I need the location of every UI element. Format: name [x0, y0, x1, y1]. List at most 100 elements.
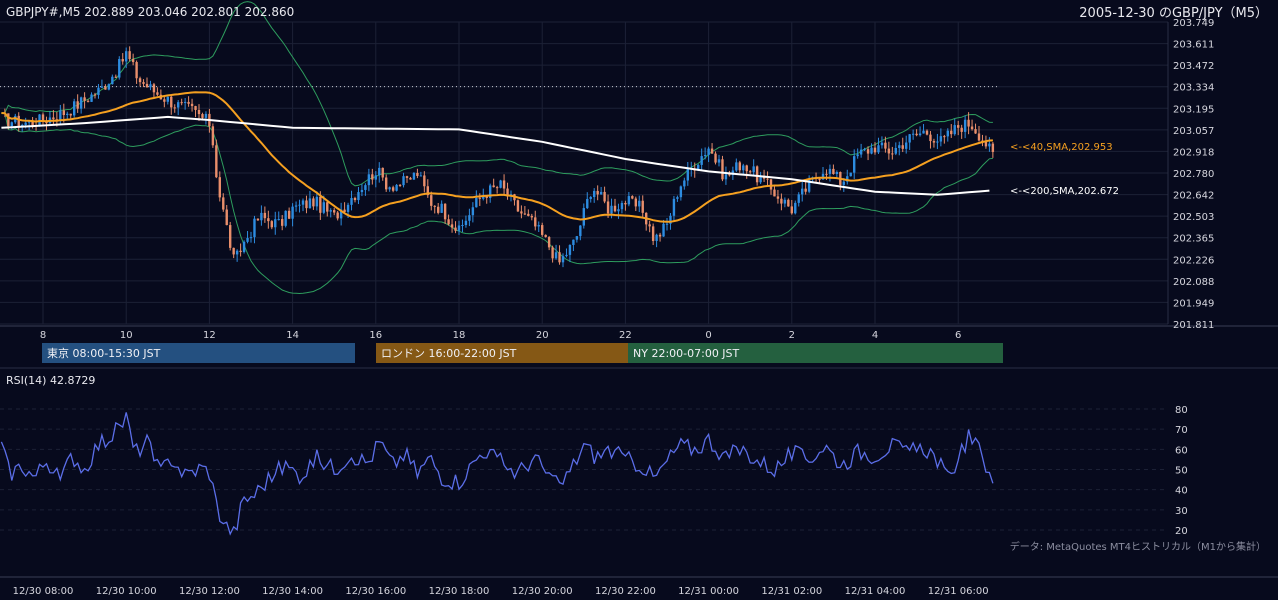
candle-body [93, 94, 97, 96]
candle-body [218, 177, 221, 198]
candle-body [322, 202, 325, 213]
hour-tick-label: 10 [120, 330, 133, 341]
candle-body [651, 226, 655, 241]
candle-body [111, 76, 114, 85]
candle-body [183, 101, 187, 103]
candle-body [412, 172, 416, 180]
candle-body [915, 133, 918, 136]
session-label-1: ロンドン 16:00-22:00 JST [381, 347, 517, 360]
candle-body [558, 252, 561, 263]
candle-body [596, 190, 599, 195]
candle-body [859, 149, 863, 155]
time-tick-label: 12/30 18:00 [429, 586, 490, 597]
candle-body [572, 239, 575, 245]
candle-body [263, 212, 267, 219]
candle-body [946, 130, 949, 137]
time-tick-label: 12/30 12:00 [179, 586, 240, 597]
candle-body [211, 126, 215, 146]
candle-body [190, 103, 194, 107]
candle-body [173, 107, 176, 109]
candle-body [125, 51, 128, 62]
candle-body [683, 180, 686, 187]
candle-body [603, 191, 606, 202]
candle-body [631, 196, 634, 199]
candle-body [402, 176, 405, 186]
candle-body [52, 117, 55, 120]
candle-body [235, 250, 239, 255]
candle-body [599, 191, 603, 195]
candle-body [416, 172, 419, 176]
candle-body [586, 198, 589, 209]
candle-body [755, 166, 759, 183]
candle-body [873, 147, 877, 153]
candle-body [131, 59, 135, 63]
candle-body [145, 83, 149, 88]
rsi-title: RSI(14) 42.8729 [6, 374, 95, 387]
candle-body [194, 106, 197, 110]
candle-body [773, 189, 776, 197]
time-tick-label: 12/31 04:00 [845, 586, 906, 597]
candle-body [281, 219, 284, 226]
candle-body [849, 172, 852, 177]
price-tick-label: 202.780 [1173, 169, 1214, 180]
session-label-0: 東京 08:00-15:30 JST [47, 346, 161, 360]
candle-body [17, 115, 20, 128]
candle-body [943, 136, 946, 138]
candle-body [398, 184, 402, 186]
candle-body [769, 179, 773, 190]
candle-body [457, 225, 461, 231]
candle-body [863, 149, 866, 151]
price-tick-label: 203.611 [1173, 40, 1214, 51]
candle-body [974, 129, 977, 134]
rsi-tick-label: 20 [1175, 526, 1188, 537]
candle-body [66, 113, 69, 116]
candle-body [270, 221, 273, 228]
candle-body [963, 119, 967, 132]
candle-body [329, 210, 332, 212]
candle-body [742, 165, 745, 171]
candle-body [204, 113, 208, 118]
candle-body [69, 113, 72, 116]
candle-body [388, 187, 391, 190]
candle-body [537, 225, 540, 227]
candle-body [936, 141, 939, 143]
hour-tick-label: 2 [789, 330, 795, 341]
candle-body [898, 145, 901, 148]
candle-body [884, 142, 887, 149]
candle-body [766, 178, 769, 180]
sma40-label: <-<40,SMA,202.953 [1010, 142, 1113, 153]
hour-tick-label: 16 [369, 330, 382, 341]
candle-body [825, 173, 828, 175]
candle-body [520, 211, 523, 214]
session-label-2: NY 22:00-07:00 JST [633, 347, 740, 360]
candle-body [166, 96, 169, 102]
candle-body [527, 213, 530, 216]
candle-body [655, 234, 658, 241]
candle-body [440, 203, 443, 213]
candle-body [138, 78, 142, 83]
candle-body [249, 237, 253, 239]
candle-body [707, 148, 710, 156]
hour-tick-label: 20 [536, 330, 549, 341]
candle-body [797, 194, 800, 203]
candle-body [260, 212, 263, 221]
candle-body [894, 147, 897, 154]
time-tick-label: 12/30 16:00 [345, 586, 406, 597]
candle-body [149, 84, 152, 88]
candle-body [142, 82, 145, 84]
candle-body [333, 210, 336, 213]
candle-body [76, 101, 79, 109]
candle-body [804, 188, 807, 192]
rsi-tick-label: 70 [1175, 425, 1188, 436]
candle-body [700, 156, 703, 165]
candle-body [24, 122, 27, 125]
candle-body [568, 244, 572, 255]
time-tick-label: 12/31 02:00 [761, 586, 822, 597]
price-axis: 203.749203.611203.472203.334203.195203.0… [1173, 18, 1214, 331]
candle-body [679, 186, 683, 198]
candle-body [62, 110, 65, 116]
candle-body [319, 196, 322, 213]
candle-body [357, 192, 360, 201]
price-tick-label: 202.642 [1173, 191, 1214, 202]
time-tick-label: 12/30 22:00 [595, 586, 656, 597]
